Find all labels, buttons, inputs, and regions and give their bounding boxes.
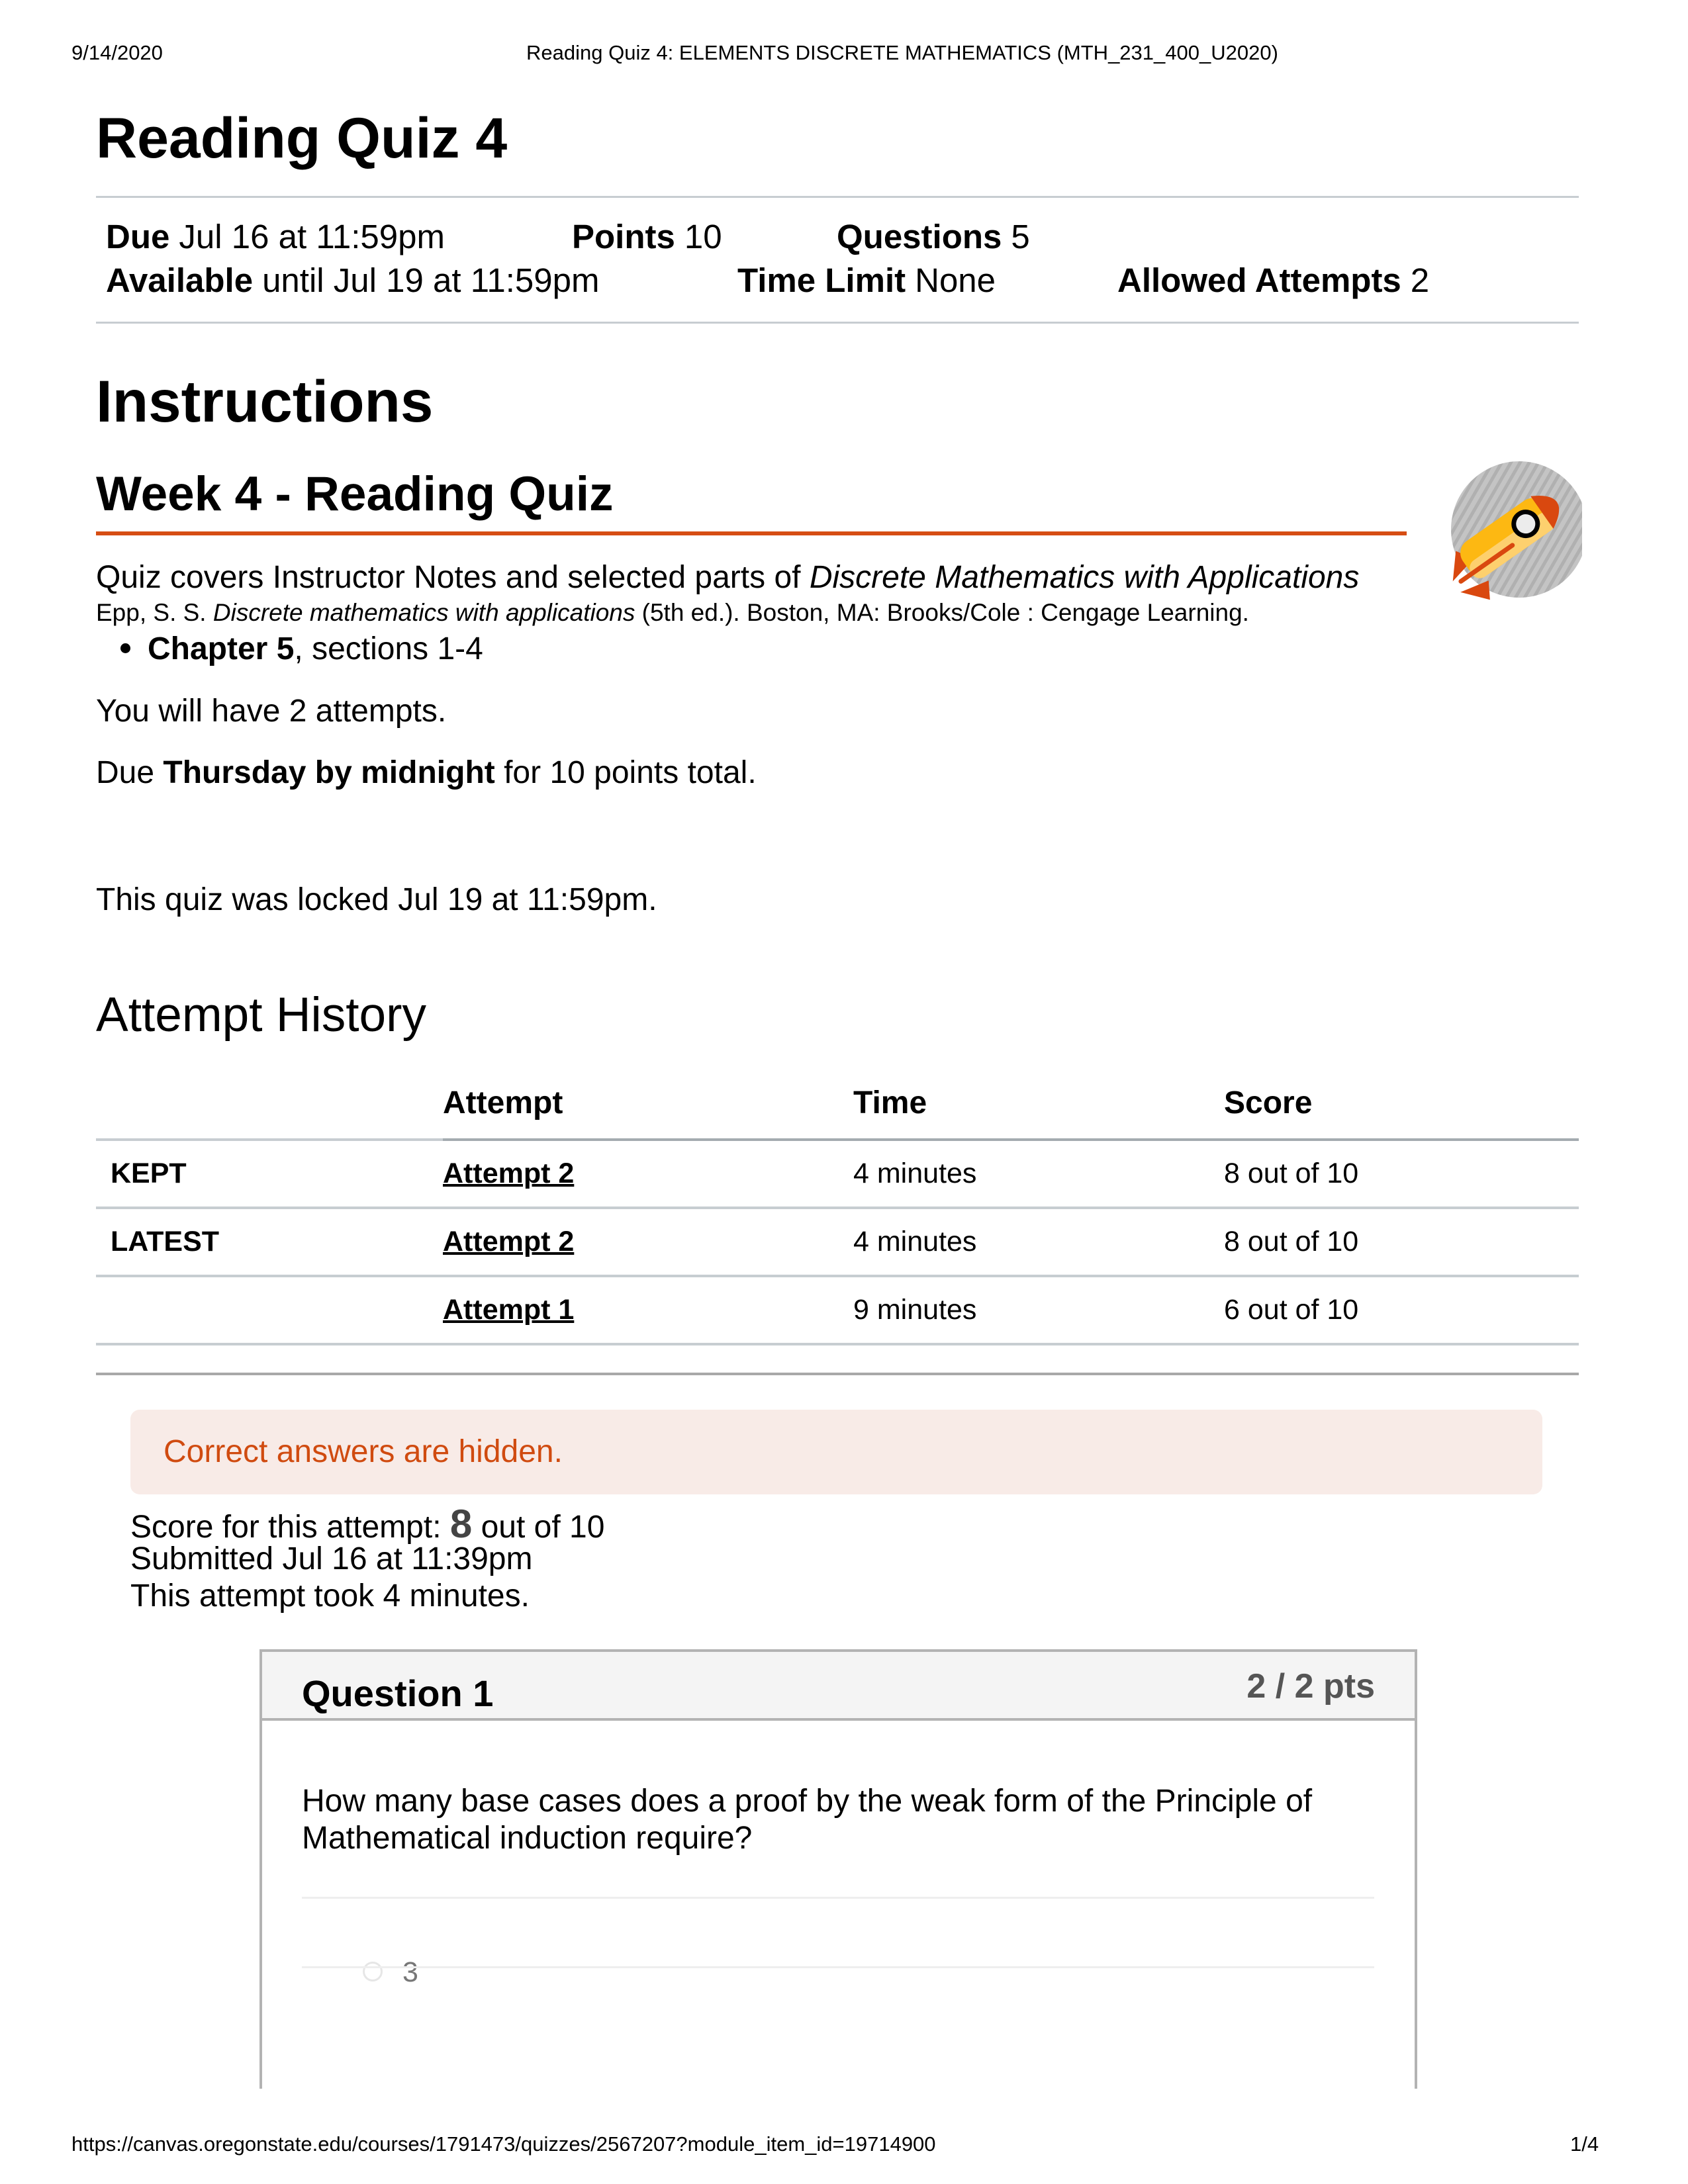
- allowed-attempts-label: Allowed Attempts: [1117, 261, 1401, 299]
- alert-text: Correct answers are hidden.: [164, 1434, 563, 1469]
- answer-divider: [302, 1897, 1374, 1899]
- detail-due: Due Jul 16 at 11:59pm: [106, 217, 445, 256]
- question-points: 2 / 2 pts: [1246, 1667, 1375, 1706]
- due-bold: Thursday by midnight: [163, 755, 495, 790]
- due-text: Due Thursday by midnight for 10 points t…: [96, 754, 757, 791]
- attempt-history-table: Attempt Time Score KEPT Attempt 2 4 minu…: [96, 1067, 1579, 1345]
- column-header-attempt: Attempt: [443, 1067, 853, 1141]
- rocket-icon: [1451, 461, 1582, 600]
- attempts-text: You will have 2 attempts.: [96, 694, 447, 729]
- due-value: Jul 16 at 11:59pm: [179, 218, 445, 255]
- citation-author: Epp, S. S.: [96, 599, 213, 626]
- points-value: 10: [684, 218, 722, 255]
- row-label: [96, 1276, 443, 1345]
- citation-title: Discrete mathematics with applications: [212, 599, 635, 626]
- instructions-heading: Instructions: [96, 368, 434, 434]
- allowed-attempts-value: 2: [1410, 261, 1430, 299]
- points-label: Points: [572, 218, 675, 255]
- due-suffix: for 10 points total.: [494, 755, 757, 790]
- attempt-link[interactable]: Attempt 2: [443, 1226, 574, 1257]
- chapter-bold: Chapter 5: [148, 631, 295, 666]
- attempt-history-heading: Attempt History: [96, 988, 426, 1042]
- print-date: 9/14/2020: [71, 41, 163, 64]
- attempt-link[interactable]: Attempt 2: [443, 1158, 574, 1189]
- question-card: Question 1 2 / 2 pts How many base cases…: [259, 1649, 1417, 2089]
- column-header-score: Score: [1224, 1067, 1579, 1141]
- questions-label: Questions: [837, 218, 1002, 255]
- due-label: Due: [106, 218, 170, 255]
- row-label: KEPT: [96, 1140, 443, 1209]
- heading-underline: [96, 531, 1407, 535]
- attempt-duration: This attempt took 4 minutes.: [130, 1578, 530, 1614]
- chapter-sections: , sections 1-4: [294, 631, 483, 666]
- divider: [96, 1373, 1579, 1375]
- question-text: How many base cases does a proof by the …: [302, 1784, 1313, 1856]
- citation: Epp, S. S. Discrete mathematics with app…: [96, 599, 1249, 627]
- divider: [96, 196, 1579, 198]
- time-limit-label: Time Limit: [737, 261, 906, 299]
- score-value: 8: [449, 1502, 473, 1546]
- question-title: Question 1: [302, 1672, 494, 1714]
- answer-text: 3: [402, 1956, 418, 1988]
- row-label: LATEST: [96, 1208, 443, 1277]
- time-limit-value: None: [915, 261, 996, 299]
- covers-prefix: Quiz covers Instructor Notes and selecte…: [96, 560, 810, 595]
- attempt-link[interactable]: Attempt 1: [443, 1294, 574, 1326]
- detail-points: Points 10: [572, 217, 722, 256]
- score-prefix: Score for this attempt:: [130, 1510, 450, 1545]
- attempt-time: 4 minutes: [853, 1140, 1224, 1209]
- questions-value: 5: [1011, 218, 1030, 255]
- column-header: [96, 1067, 443, 1141]
- attempt-time: 4 minutes: [853, 1208, 1224, 1277]
- detail-questions: Questions 5: [837, 217, 1030, 256]
- column-header-time: Time: [853, 1067, 1224, 1141]
- detail-allowed-attempts: Allowed Attempts 2: [1117, 261, 1429, 300]
- attempt-time: 9 minutes: [853, 1276, 1224, 1345]
- detail-available: Available until Jul 19 at 11:59pm: [106, 261, 599, 300]
- answer-divider: [302, 1966, 1374, 1968]
- quiz-title: Reading Quiz 4: [96, 107, 508, 170]
- table-row: LATEST Attempt 2 4 minutes 8 out of 10: [96, 1208, 1579, 1277]
- print-page-number: 1/4: [1570, 2132, 1599, 2156]
- covers-text: Quiz covers Instructor Notes and selecte…: [96, 559, 1359, 596]
- score-line: Score for this attempt: 8 out of 10: [130, 1501, 604, 1547]
- week-heading: Week 4 - Reading Quiz: [96, 467, 614, 521]
- answer-radio[interactable]: [363, 1962, 383, 1981]
- question-header: Question 1 2 / 2 pts: [262, 1652, 1415, 1721]
- table-header-row: Attempt Time Score: [96, 1067, 1579, 1141]
- chapter-list-item: Chapter 5, sections 1-4: [148, 631, 483, 667]
- available-value: until Jul 19 at 11:59pm: [262, 261, 600, 299]
- score-suffix: out of 10: [472, 1510, 605, 1545]
- detail-time-limit: Time Limit None: [737, 261, 996, 300]
- table-row: Attempt 1 9 minutes 6 out of 10: [96, 1276, 1579, 1345]
- attempt-score: 8 out of 10: [1224, 1140, 1579, 1209]
- bullet-icon: [120, 643, 130, 653]
- table-row: KEPT Attempt 2 4 minutes 8 out of 10: [96, 1140, 1579, 1209]
- print-page-title: Reading Quiz 4: ELEMENTS DISCRETE MATHEM…: [526, 41, 1278, 64]
- book-title: Discrete Mathematics with Applications: [809, 560, 1360, 595]
- print-url: https://canvas.oregonstate.edu/courses/1…: [71, 2132, 936, 2156]
- available-label: Available: [106, 261, 254, 299]
- attempt-score: 8 out of 10: [1224, 1208, 1579, 1277]
- citation-rest: (5th ed.). Boston, MA: Brooks/Cole : Cen…: [635, 599, 1249, 626]
- attempt-score: 6 out of 10: [1224, 1276, 1579, 1345]
- due-prefix: Due: [96, 755, 164, 790]
- locked-text: This quiz was locked Jul 19 at 11:59pm.: [96, 882, 657, 917]
- correct-answers-hidden-alert: Correct answers are hidden.: [130, 1410, 1542, 1494]
- submitted-time: Submitted Jul 16 at 11:39pm: [130, 1541, 533, 1576]
- divider: [96, 322, 1579, 324]
